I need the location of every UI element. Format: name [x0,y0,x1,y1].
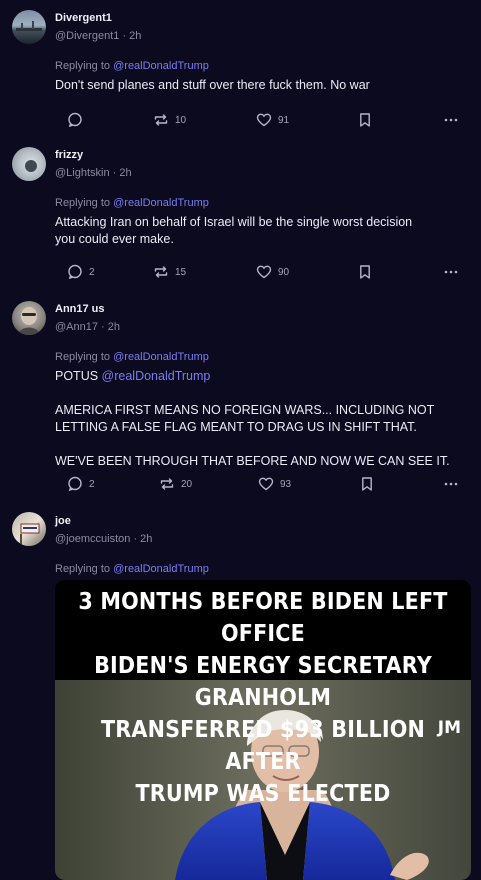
bookmark-icon [362,477,372,491]
more-dots-icon [444,270,458,274]
heart-icon [258,477,274,491]
reply-button[interactable]: 2 [67,474,95,494]
mention-link[interactable]: @realDonaldTrump [113,60,209,72]
bookmark-icon [360,113,370,127]
handle[interactable]: @Ann17 [55,321,98,333]
action-bar: 10 91 [55,110,465,130]
heart-icon [256,113,272,127]
repost-button[interactable]: 15 [153,262,186,282]
replying-to: Replying to @realDonaldTrump [55,351,209,363]
like-button[interactable]: 93 [258,474,291,494]
repost-count: 10 [175,114,187,126]
handle[interactable]: @joemccuiston [55,533,130,545]
like-count: 90 [278,266,290,278]
post-text: Don't send planes and stuff over there f… [55,78,370,92]
display-name[interactable]: Ann17 us [55,303,105,315]
image-caption: 3 MONTHS BEFORE BIDEN LEFT OFFICE BIDEN'… [78,589,448,807]
repost-count: 15 [175,266,187,278]
display-name[interactable]: frizzy [55,149,83,161]
like-count: 93 [280,478,292,490]
mention-link[interactable]: @realDonaldTrump [113,351,209,363]
avatar[interactable] [12,10,46,44]
speech-bubble-icon [68,264,82,279]
avatar[interactable] [12,512,46,546]
reply-count: 2 [89,266,95,278]
repost-arrows-icon [160,478,174,490]
mention-link[interactable]: @realDonaldTrump [113,563,209,575]
post-image[interactable]: 3 MONTHS BEFORE BIDEN LEFT OFFICE BIDEN'… [55,580,471,880]
repost-button[interactable]: 20 [159,474,192,494]
handle-and-time[interactable]: @Ann17 · 2h [55,321,120,333]
handle[interactable]: @Lightskin [55,167,110,179]
repost-count: 20 [181,478,193,490]
bookmark-button[interactable] [357,110,373,130]
reply-button[interactable] [67,110,89,130]
more-dots-icon [444,482,458,486]
avatar[interactable] [12,147,46,181]
timestamp: 2h [140,533,153,545]
mention-link[interactable]: @realDonaldTrump [113,197,209,209]
handle-and-time[interactable]: @Lightskin · 2h [55,167,132,179]
heart-icon [256,265,272,279]
action-bar: 2 20 93 [55,474,465,494]
like-button[interactable]: 91 [256,110,289,130]
speech-bubble-icon [68,112,82,127]
repost-arrows-icon [154,114,168,126]
bookmark-button[interactable] [359,474,375,494]
repost-arrows-icon [154,266,168,278]
post-text: POTUS @realDonaldTrump AMERICA FIRST MEA… [55,369,450,468]
post-text: Attacking Iran on behalf of Israel will … [55,215,413,246]
timestamp: 2h [107,321,121,333]
reply-count: 2 [89,478,95,490]
display-name[interactable]: joe [55,515,71,527]
handle-and-time[interactable]: @joemccuiston · 2h [55,533,152,545]
more-button[interactable] [443,474,459,494]
like-button[interactable]: 90 [256,262,289,282]
action-bar: 2 15 90 [55,262,465,282]
replying-to: Replying to @realDonaldTrump [55,60,209,72]
handle-and-time[interactable]: @Divergent1 · 2h [55,30,141,42]
speech-bubble-icon [68,476,82,491]
display-name[interactable]: Divergent1 [55,12,112,24]
reply-button[interactable]: 2 [67,262,95,282]
more-button[interactable] [443,262,459,282]
repost-button[interactable]: 10 [153,110,186,130]
like-count: 91 [278,114,290,126]
timestamp: 2h [129,30,142,42]
bookmark-icon [360,265,370,279]
avatar[interactable] [12,301,46,335]
image-watermark: JM [437,718,461,738]
replying-to: Replying to @realDonaldTrump [55,197,209,209]
more-button[interactable] [443,110,459,130]
replying-to: Replying to @realDonaldTrump [55,563,209,575]
timestamp: 2h [119,167,132,179]
mention-link[interactable]: @realDonaldTrump [102,369,211,383]
handle[interactable]: @Divergent1 [55,30,119,42]
bookmark-button[interactable] [357,262,373,282]
more-dots-icon [444,118,458,122]
